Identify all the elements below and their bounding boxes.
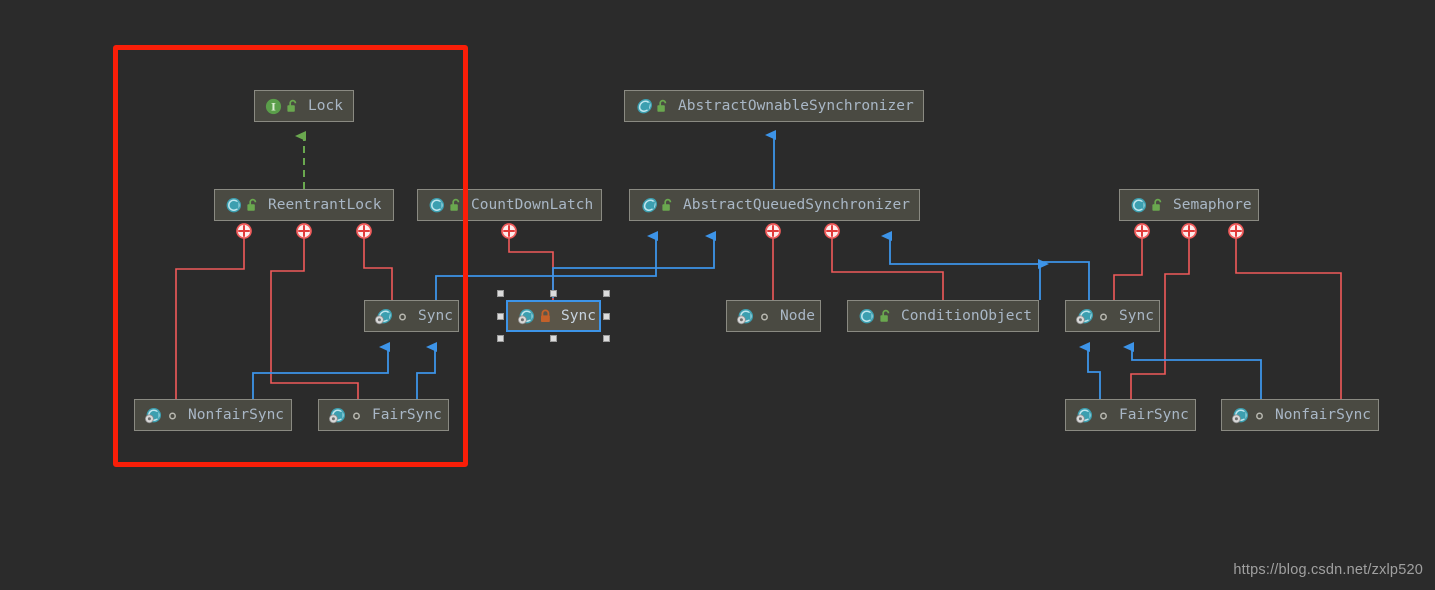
open-lock-icon bbox=[1151, 198, 1164, 213]
package-dot-icon bbox=[1097, 309, 1110, 324]
resize-handle[interactable] bbox=[497, 312, 504, 320]
static-class-icon bbox=[328, 406, 347, 425]
uml-node-label: Node bbox=[780, 307, 815, 324]
uml-node-label: NonfairSync bbox=[188, 406, 285, 423]
closed-lock-icon bbox=[539, 309, 552, 324]
uml-node-label: ReentrantLock bbox=[268, 196, 382, 213]
uml-node-sem-fair[interactable]: FairSync bbox=[1065, 399, 1196, 431]
uml-node-label: CountDownLatch bbox=[471, 196, 594, 213]
connector-layer bbox=[175, 130, 1342, 399]
uml-node-lock[interactable]: I Lock bbox=[254, 90, 354, 122]
class-icon bbox=[857, 307, 876, 326]
uml-node-rl-fair[interactable]: FairSync bbox=[318, 399, 449, 431]
uml-node-sem-nonfair[interactable]: NonfairSync bbox=[1221, 399, 1379, 431]
package-dot-icon bbox=[396, 309, 409, 324]
uml-node-semaphore[interactable]: Semaphore bbox=[1119, 189, 1259, 221]
uml-node-label: AbstractOwnableSynchronizer bbox=[678, 97, 914, 114]
resize-handle[interactable] bbox=[550, 290, 557, 297]
interface-icon: I bbox=[264, 97, 283, 116]
uml-node-aos[interactable]: AbstractOwnableSynchronizer bbox=[624, 90, 924, 122]
diagram-canvas[interactable]: I Lock AbstractOwnableSynchronizer Reentran… bbox=[0, 0, 1435, 590]
uml-node-cdl-sync[interactable]: Sync bbox=[506, 300, 601, 332]
class-icon bbox=[1129, 196, 1148, 215]
static-class-icon bbox=[1075, 406, 1094, 425]
uml-node-rl-nonfair[interactable]: NonfairSync bbox=[134, 399, 292, 431]
uml-node-label: Sync bbox=[418, 307, 453, 324]
package-dot-icon bbox=[1253, 408, 1266, 423]
abstract-class-icon bbox=[634, 97, 653, 116]
open-lock-icon bbox=[246, 198, 259, 213]
class-icon bbox=[224, 196, 243, 215]
resize-handle[interactable] bbox=[497, 335, 504, 342]
uml-node-cdl[interactable]: CountDownLatch bbox=[417, 189, 602, 221]
open-lock-icon bbox=[286, 99, 299, 114]
uml-node-label: Sync bbox=[1119, 307, 1154, 324]
uml-node-label: NonfairSync bbox=[1275, 406, 1372, 423]
inner-class-markers bbox=[236, 223, 1244, 239]
uml-node-aqs[interactable]: AbstractQueuedSynchronizer bbox=[629, 189, 920, 221]
package-dot-icon bbox=[1097, 408, 1110, 423]
svg-text:I: I bbox=[271, 101, 276, 113]
package-dot-icon bbox=[166, 408, 179, 423]
uml-node-label: Lock bbox=[308, 97, 343, 114]
static-class-icon bbox=[517, 307, 536, 326]
static-class-icon bbox=[736, 307, 755, 326]
abstract-static-class-icon bbox=[1075, 307, 1094, 326]
uml-node-label: ConditionObject bbox=[901, 307, 1032, 324]
uml-node-label: FairSync bbox=[372, 406, 442, 423]
abstract-class-icon bbox=[639, 196, 658, 215]
class-icon bbox=[427, 196, 446, 215]
open-lock-icon bbox=[661, 198, 674, 213]
package-dot-icon bbox=[758, 309, 771, 324]
static-class-icon bbox=[144, 406, 163, 425]
resize-handle[interactable] bbox=[497, 290, 504, 297]
uml-node-label: AbstractQueuedSynchronizer bbox=[683, 196, 910, 213]
uml-node-rl-sync[interactable]: Sync bbox=[364, 300, 459, 332]
uml-node-condobj[interactable]: ConditionObject bbox=[847, 300, 1039, 332]
watermark-text: https://blog.csdn.net/zxlp520 bbox=[1233, 562, 1423, 578]
uml-node-sem-sync[interactable]: Sync bbox=[1065, 300, 1160, 332]
open-lock-icon bbox=[879, 309, 892, 324]
resize-handle[interactable] bbox=[603, 312, 610, 320]
static-class-icon bbox=[1231, 406, 1250, 425]
open-lock-icon bbox=[449, 198, 462, 213]
resize-handle[interactable] bbox=[603, 335, 610, 342]
resize-handle[interactable] bbox=[550, 335, 557, 342]
uml-node-label: Semaphore bbox=[1173, 196, 1252, 213]
open-lock-icon bbox=[656, 99, 669, 114]
uml-node-reentrant[interactable]: ReentrantLock bbox=[214, 189, 394, 221]
resize-handle[interactable] bbox=[603, 290, 610, 297]
uml-node-node[interactable]: Node bbox=[726, 300, 821, 332]
uml-node-label: Sync bbox=[561, 307, 596, 324]
abstract-static-class-icon bbox=[374, 307, 393, 326]
package-dot-icon bbox=[350, 408, 363, 423]
inheritance-edges bbox=[252, 130, 1262, 399]
uml-node-label: FairSync bbox=[1119, 406, 1189, 423]
